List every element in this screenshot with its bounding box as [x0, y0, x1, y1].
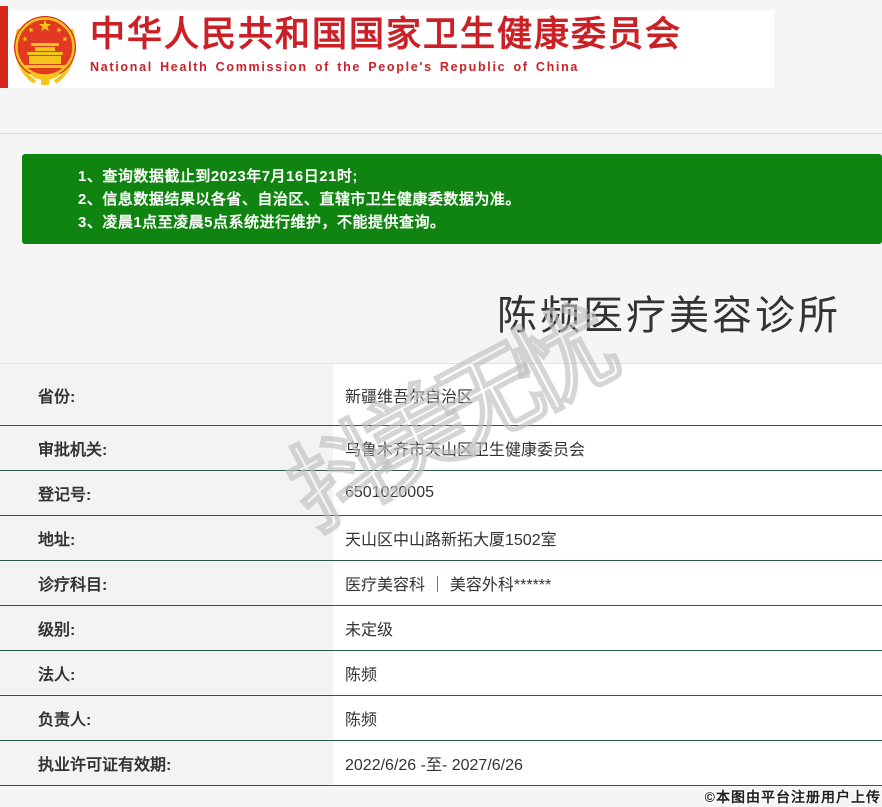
field-value: 医疗美容科 ｜ 美容外科******	[333, 561, 882, 605]
field-value: 6501020005	[333, 471, 882, 515]
site-header-banner: 中华人民共和国国家卫生健康委员会 National Health Commiss…	[8, 10, 774, 88]
notice-line-2: 2、信息数据结果以各省、自治区、直辖市卫生健康委数据为准。	[78, 191, 521, 208]
field-label: 省份:	[0, 364, 333, 425]
field-label: 法人:	[0, 651, 333, 695]
table-row-province: 省份: 新疆维吾尔自治区	[0, 364, 882, 426]
clinic-name-title: 陈频医疗美容诊所	[497, 294, 841, 338]
table-row-approval-authority: 审批机关: 乌鲁木齐市天山区卫生健康委员会	[0, 426, 882, 471]
field-label: 执业许可证有效期:	[0, 741, 333, 785]
site-title-block: 中华人民共和国国家卫生健康委员会 National Health Commiss…	[90, 15, 682, 74]
field-value: 2022/6/26 -至- 2027/6/26	[333, 741, 882, 785]
table-row-address: 地址: 天山区中山路新拓大厦1502室	[0, 516, 882, 561]
upload-credit-label: ©本图由平台注册用户上传	[704, 789, 881, 805]
national-emblem-icon	[14, 16, 76, 85]
field-label: 级别:	[0, 606, 333, 650]
notice-line-1: 1、查询数据截止到2023年7月16日21时;	[78, 168, 358, 185]
field-value: 陈频	[333, 651, 882, 695]
left-edge-red-strip	[0, 6, 8, 88]
table-row-license-validity: 执业许可证有效期: 2022/6/26 -至- 2027/6/26	[0, 741, 882, 786]
field-value: 乌鲁木齐市天山区卫生健康委员会	[333, 426, 882, 470]
field-label: 审批机关:	[0, 426, 333, 470]
site-title-chinese: 中华人民共和国国家卫生健康委员会	[90, 15, 683, 54]
table-row-person-in-charge: 负责人: 陈频	[0, 696, 882, 741]
table-row-legal-person: 法人: 陈频	[0, 651, 882, 696]
health-commission-query-page: 中华人民共和国国家卫生健康委员会 National Health Commiss…	[0, 0, 882, 806]
field-label: 登记号:	[0, 471, 333, 515]
field-value: 天山区中山路新拓大厦1502室	[333, 516, 882, 560]
field-value: 未定级	[333, 606, 882, 650]
query-notice-box: 1、查询数据截止到2023年7月16日21时; 2、信息数据结果以各省、自治区、…	[22, 154, 882, 244]
notice-line-3: 3、凌晨1点至凌晨5点系统进行维护，不能提供查询。	[78, 214, 446, 231]
field-label: 地址:	[0, 516, 333, 560]
field-value: 新疆维吾尔自治区	[333, 364, 882, 425]
table-row-medical-subjects: 诊疗科目: 医疗美容科 ｜ 美容外科******	[0, 561, 882, 606]
field-label: 负责人:	[0, 696, 333, 740]
site-title-english: National Health Commission of the People…	[90, 60, 580, 74]
header-divider	[0, 133, 882, 134]
license-info-table: 省份: 新疆维吾尔自治区 审批机关: 乌鲁木齐市天山区卫生健康委员会 登记号: …	[0, 363, 882, 786]
field-label: 诊疗科目:	[0, 561, 333, 605]
table-row-level: 级别: 未定级	[0, 606, 882, 651]
table-row-registration-number: 登记号: 6501020005	[0, 471, 882, 516]
field-value: 陈频	[333, 696, 882, 740]
